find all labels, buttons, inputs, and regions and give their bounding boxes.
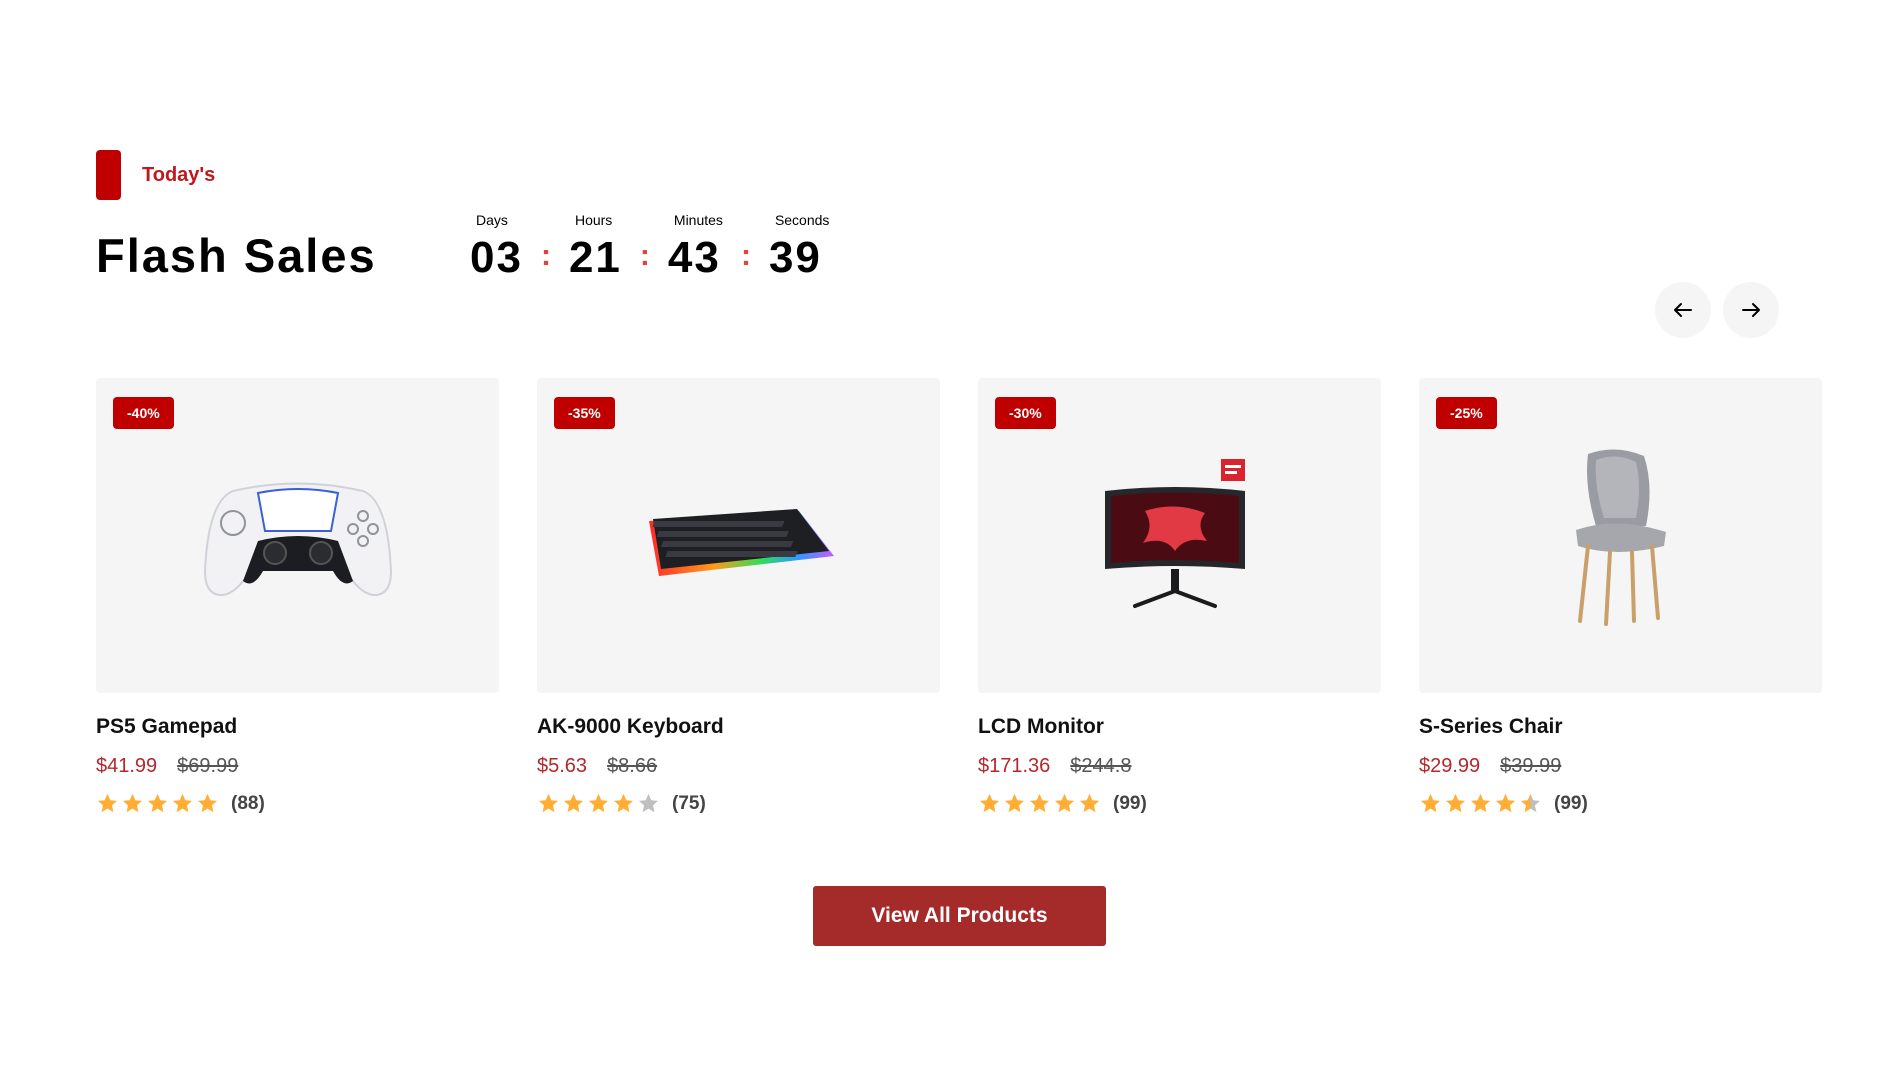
original-price: $8.66 — [607, 755, 658, 777]
countdown-separator: : — [740, 239, 751, 272]
current-price: $41.99 — [96, 755, 158, 777]
star-icon — [1029, 793, 1050, 813]
gamepad-image — [203, 482, 392, 596]
product-card[interactable]: -30% LCD Monitor $171.36 $244.8 (99) — [978, 378, 1381, 815]
product-card[interactable]: -40% PS5 Gamepad $41.99 $69.99 (88) — [96, 378, 499, 815]
countdown-minutes: Minutes 43 — [668, 212, 723, 282]
countdown-label: Days — [476, 212, 508, 228]
discount-badge: -25% — [1436, 397, 1497, 429]
countdown-value: 43 — [667, 233, 721, 282]
star-icon — [1004, 793, 1025, 813]
review-count: (99) — [1113, 792, 1147, 814]
countdown-label: Seconds — [774, 212, 830, 228]
countdown-label: Hours — [574, 212, 613, 228]
monitor-image — [1104, 458, 1245, 608]
countdown-value: 21 — [568, 233, 622, 282]
discount-badge: -30% — [995, 397, 1056, 429]
star-rating — [96, 792, 219, 815]
product-prices: $41.99 $69.99 — [96, 755, 499, 778]
section-tag-bar — [96, 150, 121, 200]
product-name[interactable]: PS5 Gamepad — [96, 715, 499, 739]
star-icon — [613, 793, 634, 813]
star-icon — [147, 793, 168, 813]
star-icon — [638, 793, 659, 813]
review-count: (99) — [1554, 792, 1588, 814]
countdown-days: Days 03 — [470, 212, 523, 282]
product-card[interactable]: -35% AK-9000 Keyboard $5.63 $8.66 (75) — [537, 378, 940, 815]
star-icon — [1495, 793, 1516, 813]
star-icon — [563, 793, 584, 813]
page-title: Flash Sales — [96, 229, 377, 282]
product-image-area[interactable]: -40% — [96, 378, 499, 693]
product-card[interactable]: -25% S-Series Chair $29.99 $39.99 (99) — [1419, 378, 1822, 815]
product-rating: (99) — [1419, 792, 1822, 815]
next-button[interactable] — [1723, 282, 1779, 338]
current-price: $29.99 — [1419, 755, 1481, 777]
current-price: $171.36 — [978, 755, 1051, 777]
product-rating: (75) — [537, 792, 940, 815]
carousel-nav — [1655, 282, 1779, 338]
star-icon — [1445, 793, 1466, 813]
product-prices: $5.63 $8.66 — [537, 755, 940, 778]
countdown-label: Minutes — [673, 212, 723, 228]
countdown-value: 39 — [768, 233, 822, 282]
star-icon — [1079, 793, 1100, 813]
arrow-left-icon — [1674, 303, 1692, 317]
countdown-seconds: Seconds 39 — [769, 212, 829, 282]
prev-button[interactable] — [1655, 282, 1711, 338]
review-count: (88) — [231, 792, 265, 814]
star-icon — [538, 793, 559, 813]
countdown-separator: : — [639, 239, 650, 272]
star-icon — [1420, 793, 1441, 813]
star-rating — [978, 792, 1101, 815]
keyboard-image — [648, 508, 834, 576]
original-price: $244.8 — [1070, 755, 1132, 777]
discount-badge: -40% — [113, 397, 174, 429]
current-price: $5.63 — [537, 755, 588, 777]
product-prices: $171.36 $244.8 — [978, 755, 1381, 778]
countdown-separator: : — [540, 239, 551, 272]
product-name[interactable]: S-Series Chair — [1419, 715, 1822, 739]
discount-badge: -35% — [554, 397, 615, 429]
countdown-timer: Days 03 : Hours 21 : Minutes 43 : Second… — [470, 212, 829, 282]
product-rating: (88) — [96, 792, 499, 815]
countdown-hours: Hours 21 — [569, 212, 622, 282]
star-icon — [1520, 793, 1541, 813]
original-price: $39.99 — [1500, 755, 1562, 777]
arrow-right-icon — [1742, 303, 1760, 317]
countdown-value: 03 — [470, 233, 523, 282]
section-tag-label: Today's — [142, 163, 216, 186]
chair-image — [1575, 448, 1666, 626]
star-icon — [1054, 793, 1075, 813]
star-icon — [197, 793, 218, 813]
star-icon — [979, 793, 1000, 813]
star-icon — [588, 793, 609, 813]
product-image-area[interactable]: -35% — [537, 378, 940, 693]
product-image-area[interactable]: -30% — [978, 378, 1381, 693]
product-name[interactable]: LCD Monitor — [978, 715, 1381, 739]
view-all-products-button[interactable]: View All Products — [813, 886, 1106, 946]
star-icon — [122, 793, 143, 813]
review-count: (75) — [672, 792, 706, 814]
product-image-area[interactable]: -25% — [1419, 378, 1822, 693]
product-prices: $29.99 $39.99 — [1419, 755, 1822, 778]
star-icon — [172, 793, 193, 813]
section-tag: Today's — [96, 150, 215, 200]
product-name[interactable]: AK-9000 Keyboard — [537, 715, 940, 739]
star-icon — [97, 793, 118, 813]
star-icon — [1470, 793, 1491, 813]
product-list: -40% PS5 Gamepad $41.99 $69.99 (88) -35%… — [96, 378, 1822, 815]
product-rating: (99) — [978, 792, 1381, 815]
star-rating — [537, 792, 660, 815]
star-rating — [1419, 792, 1542, 815]
original-price: $69.99 — [177, 755, 239, 777]
